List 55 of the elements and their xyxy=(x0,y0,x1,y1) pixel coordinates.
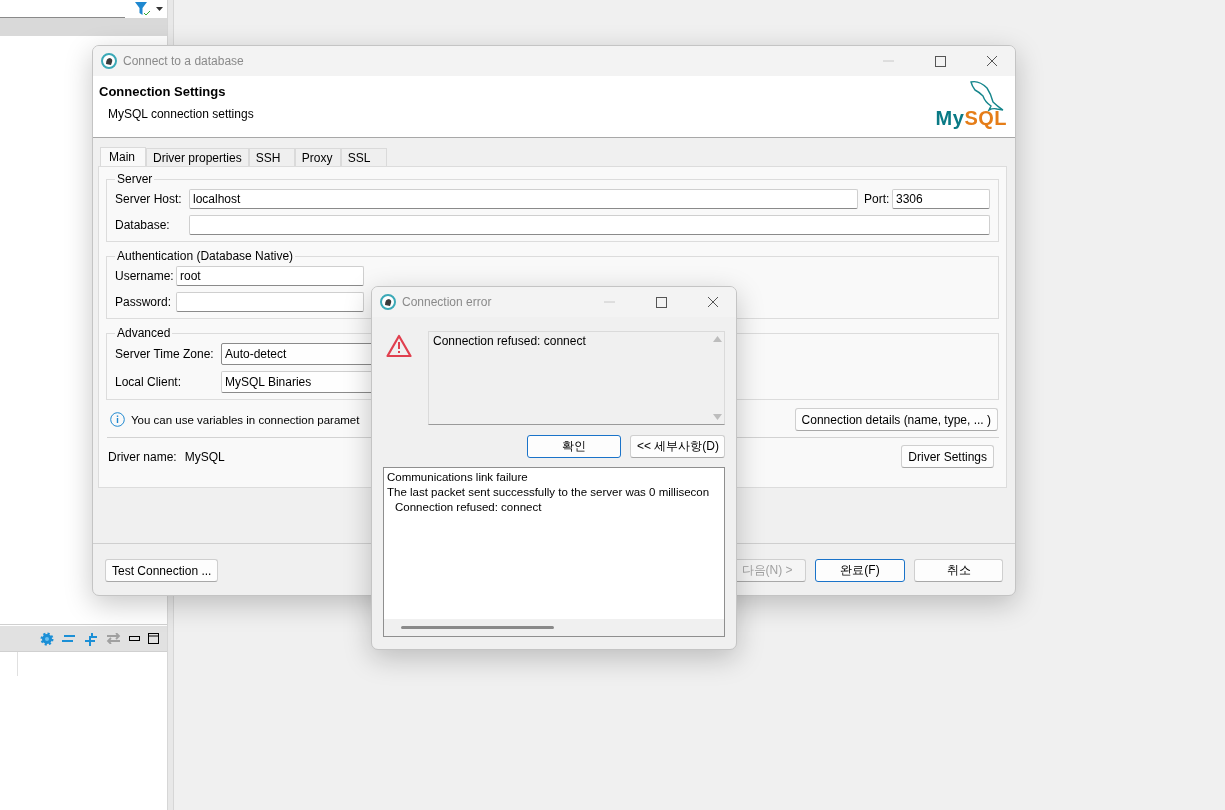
tab[interactable]: Driver properties xyxy=(146,148,249,166)
window-title: Connect to a database xyxy=(123,54,245,68)
warning-icon xyxy=(386,334,412,358)
dropdown-icon[interactable] xyxy=(156,7,163,11)
dialog-button[interactable]: << 세부사항(D) xyxy=(630,435,725,458)
group-label: Server xyxy=(116,172,154,186)
dialog-button[interactable]: 완료(F) xyxy=(815,559,905,582)
dialog-button[interactable]: Test Connection ... xyxy=(105,559,219,582)
tab[interactable]: SSH xyxy=(248,148,295,166)
username-field[interactable]: root xyxy=(176,266,364,286)
field-label: Local Client: xyxy=(115,375,183,389)
password-field[interactable] xyxy=(176,292,364,312)
info-icon xyxy=(110,412,125,427)
details-line: Connection refused: connect xyxy=(394,500,543,515)
maximize-view-icon[interactable] xyxy=(148,633,159,644)
close-icon[interactable] xyxy=(986,55,998,67)
driver-settings-button[interactable]: Driver Settings xyxy=(901,445,994,468)
swap-icon[interactable] xyxy=(106,633,121,644)
add-icon[interactable] xyxy=(84,631,98,646)
field-label: Password: xyxy=(115,295,173,309)
tab[interactable]: SSL xyxy=(340,148,387,166)
scrollbar-thumb[interactable] xyxy=(401,626,554,629)
maximize-icon[interactable] xyxy=(934,55,946,67)
settings-icon[interactable] xyxy=(40,631,54,646)
details-line: Communications link failure xyxy=(387,470,529,485)
app-icon xyxy=(101,53,117,69)
field-label: Port: xyxy=(863,192,891,206)
host-field[interactable]: localhost xyxy=(189,189,858,209)
group-label: Authentication (Database Native) xyxy=(116,249,295,263)
minimize-view-icon[interactable] xyxy=(129,636,140,641)
group-label: Advanced xyxy=(116,326,172,340)
filter-icon[interactable] xyxy=(134,1,152,17)
header-subtitle: MySQL connection settings xyxy=(107,107,254,121)
collapse-icon[interactable] xyxy=(62,634,76,643)
driver-name-label: Driver name: xyxy=(108,449,177,464)
driver-name-value: MySQL xyxy=(184,449,225,464)
close-icon[interactable] xyxy=(707,296,719,308)
logo-text: MySQL xyxy=(935,108,1007,128)
field-label: Username: xyxy=(115,269,175,283)
maximize-icon[interactable] xyxy=(655,296,667,308)
field-label: Server Time Zone: xyxy=(115,347,215,361)
field-label: Database: xyxy=(115,218,171,232)
window-title: Connection error xyxy=(402,295,493,309)
database-field[interactable] xyxy=(189,215,990,235)
header-title: Connection Settings xyxy=(99,84,227,99)
tab[interactable]: Main xyxy=(100,147,146,166)
field-label: Server Host: xyxy=(115,192,183,206)
dialog-button[interactable]: 확인 xyxy=(527,435,621,458)
app-icon xyxy=(380,294,396,310)
port-field[interactable]: 3306 xyxy=(892,189,990,209)
connection-details-button[interactable]: Connection details (name, type, ... ) xyxy=(794,408,998,431)
dialog-button[interactable]: 취소 xyxy=(914,559,1003,582)
tab[interactable]: Proxy xyxy=(294,148,341,166)
details-line: The last packet sent successfully to the server was 0 millisecon xyxy=(387,485,711,500)
info-text: You can use variables in connection paramet xyxy=(131,413,360,426)
